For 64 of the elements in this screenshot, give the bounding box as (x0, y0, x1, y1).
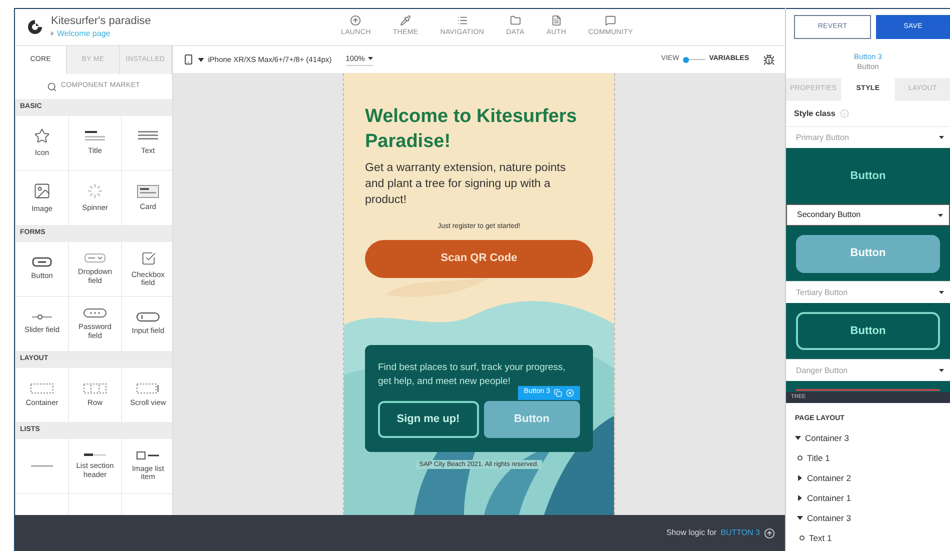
style-class-label: Style class (794, 108, 836, 120)
dropdown-icon (84, 253, 106, 264)
scan-qr-button[interactable]: Scan QR Code (365, 240, 593, 278)
logic-target-link[interactable]: BUTTON 3 (720, 527, 760, 539)
tree-item[interactable]: Container 2 (807, 472, 851, 484)
star-icon (34, 128, 50, 144)
list-header-icon (83, 453, 107, 458)
text-icon (137, 130, 159, 142)
input-field-icon (136, 312, 160, 322)
caret-down-icon (368, 57, 373, 60)
bug-icon[interactable] (763, 54, 775, 66)
caret-right-icon[interactable] (797, 495, 803, 501)
arrow-up-circle-icon (350, 15, 362, 26)
close-icon[interactable] (566, 388, 574, 396)
screen-lead-text: Get a warranty extension, nature points and plant a tree for signing up with a product! (365, 161, 567, 208)
screen-title: Welcome to Kitesurfers Paradise! (365, 105, 578, 154)
preview-label: Button (850, 168, 886, 184)
arrow-up-circle-icon[interactable] (764, 528, 775, 538)
copy-icon[interactable] (554, 388, 562, 396)
app-title: Kitesurfer's paradise (51, 15, 151, 29)
password-field-icon (83, 308, 107, 318)
logic-label: Show logic for (666, 527, 717, 539)
tree-item[interactable]: Container 3 (807, 512, 851, 524)
caret-down-icon (938, 214, 943, 216)
view-toggle[interactable] (683, 56, 706, 62)
preview-button[interactable]: Button (796, 312, 940, 350)
slider-icon (31, 313, 53, 322)
document-icon (550, 15, 562, 26)
style-option[interactable]: Secondary Button (786, 204, 950, 226)
title-icon (84, 130, 106, 142)
search-icon (46, 82, 57, 92)
button-icon (32, 257, 52, 268)
card-icon (137, 184, 159, 198)
caret-down-icon (939, 369, 944, 372)
tree-item[interactable]: Text 1 (809, 532, 832, 544)
chat-bubble-icon (605, 15, 616, 26)
pipette-icon (400, 15, 412, 26)
info-icon (840, 109, 850, 118)
caret-down-icon[interactable] (795, 435, 801, 441)
divider-icon (30, 464, 54, 468)
caret-down-icon (939, 291, 944, 294)
circle-icon (799, 535, 805, 541)
tree-item[interactable]: Container 3 (805, 432, 849, 444)
component-tile[interactable] (16, 439, 68, 493)
caret-right-icon[interactable] (797, 475, 803, 481)
folder-icon (510, 15, 521, 26)
sign-up-button[interactable]: Sign me up! (378, 400, 478, 438)
checkbox-icon (140, 250, 156, 266)
image-list-icon (136, 450, 160, 460)
tree-item[interactable]: Container 1 (807, 492, 851, 504)
card-text: Find best places to surf, track your progress, get help, and meet new people! (378, 360, 566, 388)
tree-item[interactable]: Title 1 (807, 452, 830, 464)
logo-icon (27, 19, 43, 35)
caret-down-icon (939, 136, 944, 139)
phone-icon (183, 54, 194, 65)
caret-right-icon (51, 31, 54, 36)
container-icon (30, 382, 54, 394)
row-icon (83, 382, 107, 394)
scroll-view-icon (136, 382, 160, 394)
caret-down-icon (198, 58, 204, 62)
circle-icon (797, 455, 803, 461)
spinner-icon (87, 183, 103, 200)
caret-down-icon[interactable] (797, 515, 803, 521)
image-icon (33, 182, 51, 200)
